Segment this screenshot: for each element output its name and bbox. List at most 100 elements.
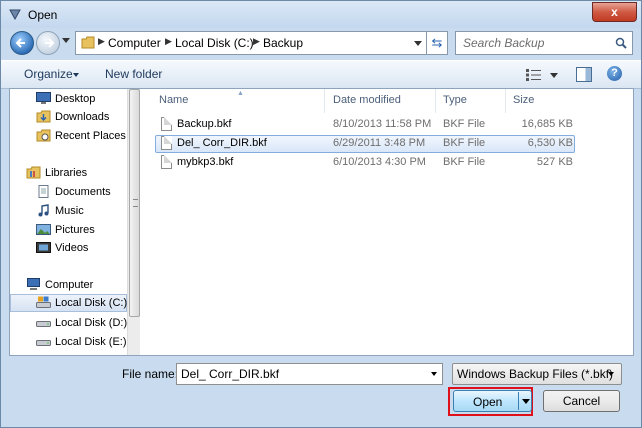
nav-label: Computer — [45, 279, 94, 291]
column-divider[interactable] — [505, 89, 506, 113]
search-icon[interactable] — [615, 37, 627, 49]
refresh-button[interactable]: ⇆ — [427, 31, 448, 55]
breadcrumb-backup[interactable]: Backup — [263, 36, 303, 50]
nav-item-downloads[interactable]: Downloads — [10, 108, 127, 126]
file-name: mybkp3.bkf — [177, 156, 234, 168]
file-row[interactable]: Backup.bkf 8/10/2013 11:58 PM BKF File 1… — [155, 116, 575, 134]
file-type-filter[interactable]: Windows Backup Files (*.bkf) — [452, 363, 622, 385]
nav-label: Local Disk (E:) — [55, 336, 127, 348]
videos-icon — [36, 242, 51, 253]
downloads-icon — [36, 110, 51, 123]
file-name-input[interactable]: Del_ Corr_DIR.bkf — [176, 363, 443, 385]
breadcrumb-separator-icon[interactable]: ▶ — [165, 36, 172, 47]
file-row[interactable]: Del_ Corr_DIR.bkf 6/29/2011 3:48 PM BKF … — [155, 135, 575, 153]
nav-item-pictures[interactable]: Pictures — [10, 221, 127, 239]
nav-label: Local Disk (C:) — [55, 297, 127, 309]
column-header-date-modified[interactable]: Date modified — [333, 94, 401, 106]
scrollbar-thumb[interactable] — [129, 89, 140, 317]
file-name-label: File name: — [122, 367, 179, 381]
change-view-icon[interactable] — [526, 69, 542, 81]
file-size: 6,530 KB — [527, 137, 573, 149]
title-bar[interactable]: Open x — [1, 1, 641, 28]
navigation-bar: ▶ Computer ▶ Local Disk (C:) ▶ Backup ⇆ … — [1, 28, 641, 60]
folder-icon — [81, 36, 95, 49]
open-button[interactable]: Open — [453, 390, 532, 412]
column-divider[interactable] — [324, 89, 325, 113]
nav-item-local-disk-c[interactable]: Local Disk (C:) — [10, 294, 127, 312]
arrow-left-icon — [15, 38, 25, 48]
desktop-icon — [36, 92, 51, 104]
recent-locations-dropdown[interactable] — [62, 38, 70, 43]
open-dialog-icon — [9, 9, 21, 20]
nav-item-local-disk-e[interactable]: Local Disk (E:) — [10, 333, 127, 351]
file-list: ▲ Name Date modified Type Size Backup.bk… — [141, 89, 633, 355]
nav-label: Videos — [55, 242, 89, 254]
nav-label: Pictures — [55, 224, 95, 236]
file-size: 16,685 KB — [521, 118, 573, 130]
close-button[interactable]: x — [592, 2, 637, 22]
nav-label: Libraries — [45, 167, 88, 179]
address-dropdown-icon[interactable] — [414, 41, 422, 46]
address-bar[interactable]: ▶ Computer ▶ Local Disk (C:) ▶ Backup — [75, 31, 427, 55]
nav-item-local-disk-d[interactable]: Local Disk (D:) — [10, 314, 127, 332]
nav-item-videos[interactable]: Videos — [10, 239, 127, 257]
libraries-icon — [26, 166, 41, 179]
file-type-dropdown-icon — [608, 372, 614, 376]
drive-icon — [36, 296, 51, 308]
breadcrumb-separator-icon[interactable]: ▶ — [98, 36, 105, 47]
file-size: 527 KB — [536, 156, 573, 168]
nav-item-recent-places[interactable]: Recent Places — [10, 127, 127, 145]
column-divider[interactable] — [435, 89, 436, 113]
nav-label: Music — [55, 205, 84, 217]
file-date: 6/10/2013 4:30 PM — [333, 156, 426, 168]
scrollbar-grip-icon — [133, 199, 138, 207]
content-area: Desktop Downloads Recent Places Librarie… — [9, 88, 634, 356]
organize-button[interactable]: Organize — [24, 67, 73, 81]
drive-icon — [36, 321, 51, 327]
file-name-dropdown-icon[interactable] — [431, 372, 437, 376]
search-placeholder: Search Backup — [463, 36, 545, 50]
file-type: BKF File — [443, 137, 486, 149]
help-icon[interactable]: ? — [607, 66, 622, 81]
navigation-pane: Desktop Downloads Recent Places Librarie… — [10, 89, 127, 355]
search-box[interactable]: Search Backup — [455, 31, 633, 55]
nav-label: Recent Places — [55, 130, 126, 142]
file-name: Del_ Corr_DIR.bkf — [177, 137, 267, 149]
nav-item-desktop[interactable]: Desktop — [10, 90, 127, 108]
column-header-name[interactable]: Name — [159, 94, 188, 106]
organize-dropdown-icon[interactable] — [73, 73, 79, 77]
file-date: 8/10/2013 11:58 PM — [333, 118, 432, 130]
open-dropdown-icon[interactable] — [522, 399, 530, 404]
nav-label: Local Disk (D:) — [55, 317, 127, 329]
breadcrumb-computer[interactable]: Computer — [108, 36, 161, 50]
nav-item-documents[interactable]: Documents — [10, 183, 127, 201]
cancel-button[interactable]: Cancel — [543, 390, 620, 412]
column-header-size[interactable]: Size — [513, 94, 534, 106]
file-row[interactable]: mybkp3.bkf 6/10/2013 4:30 PM BKF File 52… — [155, 154, 575, 172]
file-name: Backup.bkf — [177, 118, 232, 130]
navigation-scrollbar[interactable] — [127, 89, 140, 355]
recent-places-icon — [36, 129, 51, 142]
view-dropdown-icon[interactable] — [550, 73, 558, 78]
nav-item-computer[interactable]: Computer — [10, 276, 127, 294]
column-header-type[interactable]: Type — [443, 94, 467, 106]
drive-icon — [36, 340, 51, 346]
documents-icon — [38, 185, 49, 198]
file-type: BKF File — [443, 118, 486, 130]
preview-pane-icon[interactable] — [576, 67, 592, 82]
nav-item-libraries[interactable]: Libraries — [10, 164, 127, 182]
forward-button[interactable] — [36, 31, 60, 55]
nav-label: Downloads — [55, 111, 110, 123]
nav-label: Documents — [55, 186, 111, 198]
back-button[interactable] — [10, 31, 34, 55]
breadcrumb-local-disk-c[interactable]: Local Disk (C:) — [175, 36, 254, 50]
nav-label: Desktop — [55, 93, 96, 105]
pictures-icon — [36, 224, 51, 235]
nav-item-music[interactable]: Music — [10, 202, 127, 220]
arrow-right-icon — [45, 38, 55, 48]
breadcrumb-separator-icon[interactable]: ▶ — [253, 36, 260, 47]
file-date: 6/29/2011 3:48 PM — [333, 137, 426, 149]
file-icon — [161, 117, 172, 131]
split-divider — [518, 392, 519, 410]
new-folder-button[interactable]: New folder — [105, 67, 162, 81]
